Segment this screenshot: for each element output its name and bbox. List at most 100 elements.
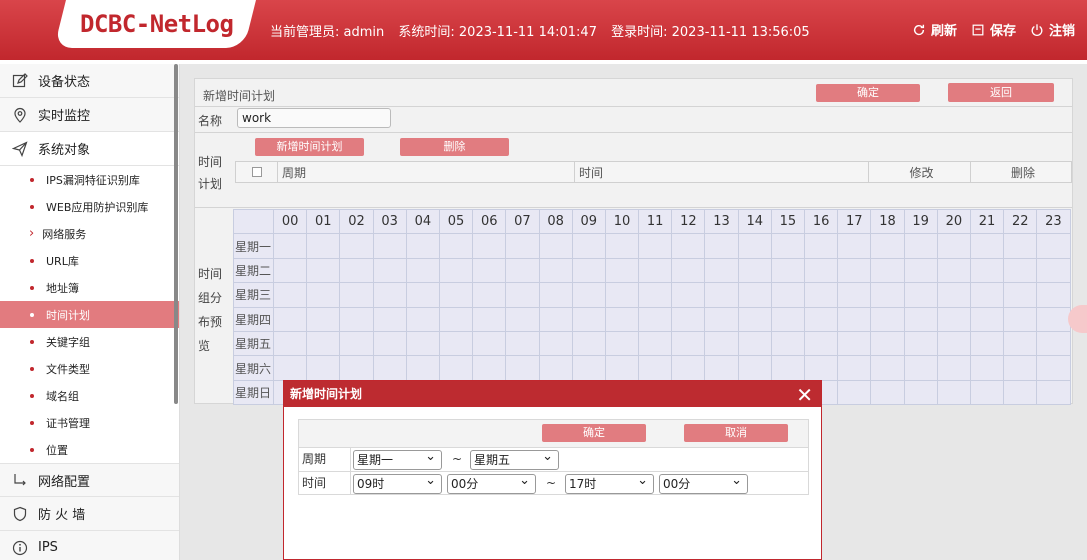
bullet-icon bbox=[30, 258, 34, 263]
sidebar-sub-label: 位置 bbox=[46, 443, 68, 457]
grid-cell bbox=[306, 257, 341, 284]
save-button[interactable]: 保存 bbox=[971, 20, 1016, 39]
grid-cell bbox=[770, 233, 806, 259]
select-all-checkbox[interactable] bbox=[251, 167, 262, 177]
refresh-button[interactable]: 刷新 bbox=[912, 20, 957, 39]
bullet-icon bbox=[30, 312, 34, 317]
grid-cell bbox=[405, 282, 440, 308]
sidebar-sub-time-plan[interactable]: 时间计划 bbox=[0, 301, 179, 328]
panel-title: 新增时间计划 bbox=[203, 89, 276, 103]
divider bbox=[195, 106, 1072, 107]
grid-cell bbox=[969, 282, 1005, 308]
sidebar: 设备状态 实时监控 系统对象 IPS漏洞特征识别库 WEB应用防护识别库 › 网络… bbox=[0, 64, 180, 560]
end-hour-select[interactable]: 17时 bbox=[565, 472, 654, 494]
sidebar-item-network-config[interactable]: 网络配置 bbox=[0, 463, 179, 497]
grid-cell bbox=[704, 355, 739, 381]
grid-day-row: 星期四 bbox=[233, 306, 1071, 332]
start-minute-select[interactable]: 00分 bbox=[447, 472, 536, 494]
sidebar-sub-waf[interactable]: WEB应用防护识别库 bbox=[0, 193, 179, 220]
sidebar-sub-url[interactable]: URL库 bbox=[0, 247, 179, 274]
grid-cell bbox=[969, 379, 1005, 406]
close-icon[interactable]: ✕ bbox=[796, 382, 813, 408]
grid-cell bbox=[737, 282, 772, 308]
sidebar-item-label: 实时监控 bbox=[38, 109, 91, 124]
tilde: ~ bbox=[546, 476, 557, 490]
col-period: 周期 bbox=[278, 162, 575, 182]
grid-cell bbox=[472, 257, 507, 284]
sidebar-sub-cert[interactable]: 证书管理 bbox=[0, 409, 179, 436]
name-input[interactable]: work bbox=[237, 108, 391, 128]
dialog-confirm-button[interactable]: 确定 bbox=[542, 424, 646, 442]
sidebar-item-ips[interactable]: IPS bbox=[0, 531, 179, 560]
sidebar-item-system-objects[interactable]: 系统对象 bbox=[0, 132, 179, 166]
grid-cell bbox=[737, 355, 772, 381]
grid-cell bbox=[272, 282, 308, 308]
tilde: ~ bbox=[452, 452, 463, 466]
grid-day-row: 星期二 bbox=[233, 257, 1071, 284]
period-to-select[interactable]: 星期五 bbox=[470, 448, 559, 470]
grid-cell bbox=[903, 379, 938, 406]
sidebar-sub-network-service[interactable]: › 网络服务 bbox=[0, 220, 179, 247]
grid-cell bbox=[538, 257, 573, 284]
hour-header: 15 bbox=[770, 208, 806, 235]
sidebar-sub-label: URL库 bbox=[46, 254, 79, 268]
grid-cell bbox=[571, 257, 606, 284]
add-plan-button[interactable]: 新增时间计划 bbox=[255, 138, 364, 156]
grid-cell bbox=[272, 306, 308, 332]
period-from-select[interactable]: 星期一 bbox=[353, 448, 442, 470]
grid-header-row: 00 01 02 03 04 05 06 07 08 09 10 11 12 13 14 15 16 17 18 19… bbox=[233, 208, 1071, 235]
sidebar-item-realtime-monitor[interactable]: 实时监控 bbox=[0, 98, 179, 132]
hour-header: 14 bbox=[737, 208, 772, 235]
grid-cell bbox=[604, 233, 640, 259]
grid-cell bbox=[638, 233, 673, 259]
grid-cell bbox=[704, 330, 739, 357]
hour-header: 17 bbox=[837, 208, 872, 235]
confirm-button[interactable]: 确定 bbox=[816, 84, 920, 102]
hour-header: 13 bbox=[704, 208, 739, 235]
grid-cell bbox=[1036, 282, 1071, 308]
sidebar-scrollbar[interactable] bbox=[174, 64, 178, 404]
bullet-icon bbox=[30, 447, 34, 452]
grid-cell bbox=[538, 233, 573, 259]
period-row: 周期 星期一 ~ 星期五 bbox=[299, 448, 808, 472]
sidebar-sub-address[interactable]: 地址簿 bbox=[0, 274, 179, 301]
sidebar-item-device-status[interactable]: 设备状态 bbox=[0, 64, 179, 98]
grid-cell bbox=[837, 282, 872, 308]
bullet-icon bbox=[30, 285, 34, 290]
grid-cell bbox=[704, 306, 739, 332]
grid-cell bbox=[903, 282, 938, 308]
grid-cell bbox=[272, 330, 308, 357]
period-label: 周期 bbox=[299, 448, 351, 471]
hour-header: 19 bbox=[903, 208, 938, 235]
sidebar-sub-ips[interactable]: IPS漏洞特征识别库 bbox=[0, 166, 179, 193]
sidebar-sub-keywords[interactable]: 关键字组 bbox=[0, 328, 179, 355]
dialog-cancel-button[interactable]: 取消 bbox=[684, 424, 788, 442]
sidebar-sub-file-type[interactable]: 文件类型 bbox=[0, 355, 179, 382]
system-time: 系统时间: 2023-11-11 14:01:47 bbox=[398, 25, 597, 40]
delete-plan-button[interactable]: 删除 bbox=[400, 138, 509, 156]
grid-cell bbox=[903, 330, 938, 357]
grid-cell bbox=[903, 306, 938, 332]
bullet-icon bbox=[30, 177, 34, 182]
sidebar-sub-label: 时间计划 bbox=[46, 308, 90, 322]
hour-header: 06 bbox=[472, 208, 507, 235]
start-hour-select[interactable]: 09时 bbox=[353, 472, 442, 494]
sidebar-item-firewall[interactable]: 防 火 墙 bbox=[0, 497, 179, 531]
end-minute-select[interactable]: 00分 bbox=[659, 472, 748, 494]
grid-cell bbox=[472, 282, 507, 308]
grid-cell bbox=[903, 355, 938, 381]
grid-cell bbox=[770, 355, 806, 381]
logout-button[interactable]: 注销 bbox=[1030, 20, 1075, 39]
back-button[interactable]: 返回 bbox=[948, 83, 1054, 102]
grid-cell bbox=[1036, 330, 1071, 357]
grid-cell bbox=[671, 257, 706, 284]
day-label: 星期四 bbox=[233, 306, 274, 332]
grid-cell bbox=[936, 257, 971, 284]
sidebar-sub-location[interactable]: 位置 bbox=[0, 436, 179, 463]
sidebar-sub-domain[interactable]: 域名组 bbox=[0, 382, 179, 409]
grid-cell bbox=[936, 233, 971, 259]
hour-header: 10 bbox=[604, 208, 640, 235]
grid-cell bbox=[1036, 233, 1071, 259]
shield-icon bbox=[13, 506, 27, 521]
grid-cell bbox=[1003, 233, 1038, 259]
